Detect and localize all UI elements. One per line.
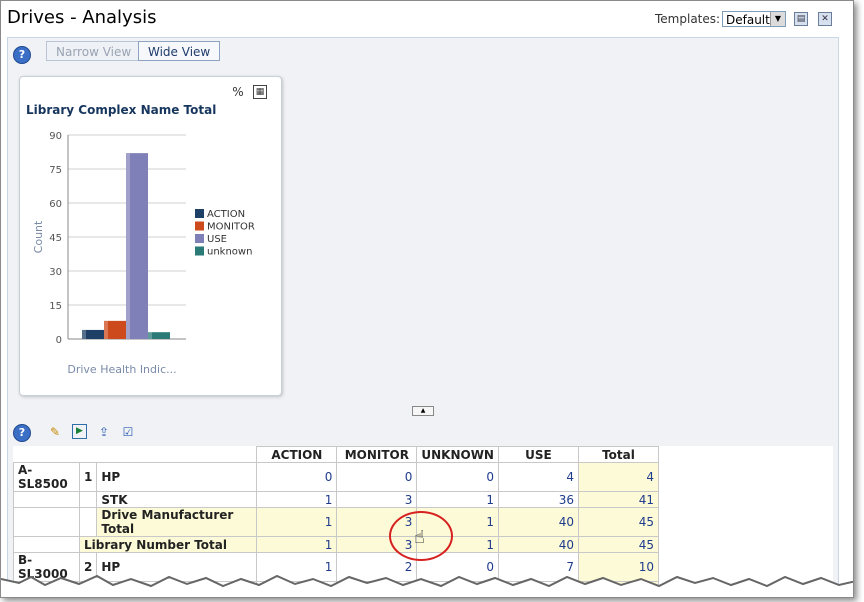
value-cell[interactable]: 1 <box>256 507 338 537</box>
legend-swatch <box>195 234 204 243</box>
value-cell[interactable]: 45 <box>577 507 659 537</box>
col-header[interactable]: UNKNOWN <box>416 446 499 463</box>
help-icon[interactable]: ? <box>13 46 31 64</box>
value-cell[interactable]: 2 <box>257 598 337 599</box>
bar-chart: 0 15 30 45 60 75 90 Count Drive Health Indic... A… <box>32 131 255 376</box>
legend-swatch <box>195 246 204 256</box>
percent-icon[interactable]: % <box>231 85 245 99</box>
value-cell[interactable]: 1 <box>256 491 338 508</box>
value-cell[interactable]: 46 <box>578 598 658 599</box>
table-row: STK 1 3 1 36 41 <box>13 491 833 508</box>
save-template-icon[interactable]: ▤ <box>794 12 808 26</box>
value-cell[interactable]: 5 <box>337 598 417 599</box>
narrow-view-button[interactable]: Narrow View <box>46 41 142 61</box>
value-cell[interactable]: 1 <box>416 491 499 508</box>
y-tick-label: 75 <box>49 165 62 176</box>
value-cell[interactable]: 0 <box>256 462 338 492</box>
value-cell[interactable]: 1 <box>256 536 338 553</box>
row-header: Drive Manufacturer Total <box>97 598 257 599</box>
value-cell[interactable]: 36 <box>497 491 579 508</box>
value-cell[interactable]: 0 <box>336 462 418 492</box>
pencil-icon[interactable]: ✎ <box>47 424 63 440</box>
y-tick-label: 90 <box>49 131 62 142</box>
templates-value: Default <box>726 13 770 27</box>
value-cell[interactable]: 0 <box>416 462 499 492</box>
table-row: A-SL8500 1 HP 0 0 0 4 4 <box>13 462 833 492</box>
row-header <box>13 507 80 537</box>
value-cell[interactable]: 1 <box>417 598 499 599</box>
value-cell[interactable]: 4 <box>577 462 659 492</box>
page-title: Drives - Analysis <box>7 7 157 28</box>
export-icon[interactable]: ⇪ <box>96 424 112 440</box>
row-header: Library Number Total <box>78 536 258 553</box>
y-tick-label: 60 <box>49 199 62 210</box>
templates-select[interactable]: Default ▼ <box>722 11 786 27</box>
main-content: ? Narrow View Wide View % ▦ Library Comp… <box>7 37 839 599</box>
row-header <box>80 598 97 599</box>
table-row: Drive Manufacturer Total2513846 <box>14 598 833 599</box>
chart-options-icon[interactable]: ▦ <box>253 85 267 99</box>
col-header[interactable]: Total <box>577 446 659 463</box>
value-cell[interactable]: 41 <box>577 491 659 508</box>
bar-highlight <box>82 329 86 339</box>
run-icon[interactable]: ▶ <box>72 424 87 439</box>
row-header <box>13 491 80 508</box>
y-axis-label: Count <box>32 220 45 253</box>
value-cell[interactable]: 40 <box>497 507 579 537</box>
legend-label: ACTION <box>207 209 245 220</box>
value-cell[interactable]: 4 <box>497 462 579 492</box>
row-header: HP <box>96 462 258 492</box>
y-tick-label: 45 <box>49 233 62 244</box>
row-header: A-SL8500 <box>13 462 80 492</box>
col-header[interactable]: ACTION <box>256 446 338 463</box>
legend-label: MONITOR <box>207 222 255 233</box>
row-header <box>14 598 80 599</box>
chevron-down-icon[interactable]: ▼ <box>770 12 785 26</box>
y-tick-label: 30 <box>49 267 62 278</box>
row-header <box>13 536 80 553</box>
hand-cursor-icon: ☝ <box>414 527 425 548</box>
row-header: STK <box>96 491 258 508</box>
y-tick-label: 15 <box>49 301 62 312</box>
filter-icon[interactable]: ☑ <box>120 424 136 440</box>
collapse-splitter-icon[interactable]: ▲ <box>412 406 434 416</box>
wide-view-button[interactable]: Wide View <box>138 41 221 61</box>
value-cell[interactable]: 40 <box>497 536 579 553</box>
x-axis-label: Drive Health Indic... <box>67 363 176 376</box>
bar-highlight <box>126 153 130 339</box>
value-cell[interactable]: 3 <box>336 491 418 508</box>
bar-highlight <box>148 332 152 339</box>
legend-label: unknown <box>207 247 252 258</box>
bar-highlight <box>104 320 108 339</box>
table-header-row: ACTION MONITOR UNKNOWN USE Total <box>13 446 833 463</box>
y-tick-label: 0 <box>56 335 62 346</box>
torn-edge <box>1 574 853 597</box>
table-help-icon[interactable]: ? <box>13 424 31 442</box>
col-header[interactable]: MONITOR <box>336 446 418 463</box>
legend-label: USE <box>207 234 227 245</box>
value-cell[interactable]: 38 <box>498 598 578 599</box>
row-header <box>78 491 98 508</box>
chart-title: Library Complex Name Total <box>26 103 217 117</box>
templates-label: Templates: <box>655 12 721 26</box>
row-header <box>78 507 98 537</box>
value-cell[interactable]: 45 <box>577 536 659 553</box>
window: Drives - Analysis Templates: Default ▼ ▤… <box>0 0 854 598</box>
delete-template-icon[interactable]: ✕ <box>818 12 832 26</box>
chart-panel: % ▦ Library Complex Name Total 0 15 30 45 60… <box>19 76 282 396</box>
legend-swatch <box>195 221 204 231</box>
row-header: Drive Manufacturer Total <box>96 507 258 537</box>
legend-swatch <box>195 209 204 218</box>
col-header[interactable]: USE <box>497 446 579 463</box>
row-header: 1 <box>78 462 98 492</box>
